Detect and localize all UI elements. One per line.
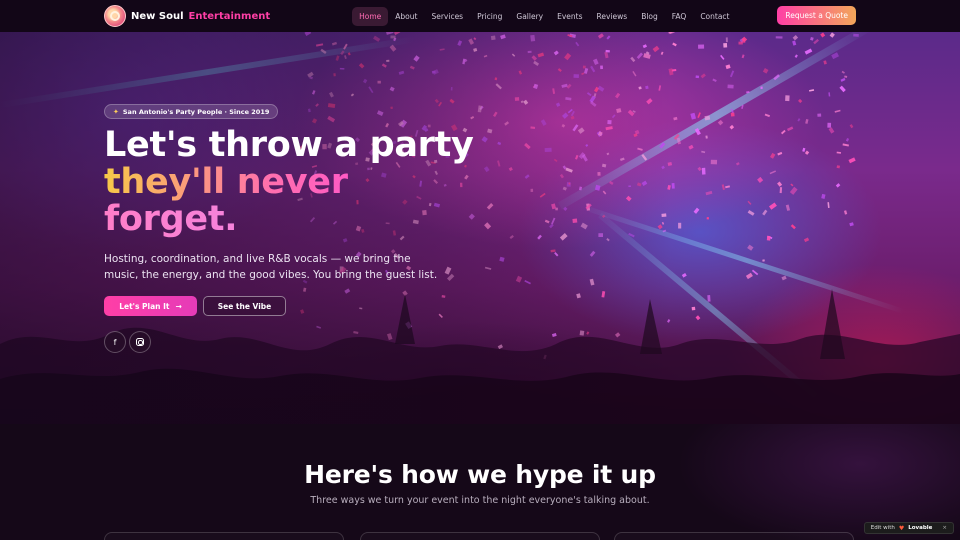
brand-name-accent: Entertainment <box>188 10 271 22</box>
lovable-heart-icon: ♥ <box>898 524 905 532</box>
section-subtitle: Three ways we turn your event into the n… <box>310 495 650 506</box>
headline-line-1: Let's throw a party <box>104 125 474 165</box>
hero-subtext: Hosting, coordination, and live R&B voca… <box>104 253 438 281</box>
nav-link-faq[interactable]: FAQ <box>665 7 694 26</box>
services-section: Here's how we hype it up Three ways we t… <box>0 424 960 540</box>
edit-with-lovable-badge[interactable]: Edit with ♥ Lovable × <box>863 522 954 534</box>
nav-link-services[interactable]: Services <box>424 7 470 26</box>
nav-link-events[interactable]: Events <box>550 7 589 26</box>
nav-link-blog[interactable]: Blog <box>634 7 665 26</box>
brand[interactable]: New Soul Entertainment <box>104 5 270 27</box>
brand-name: New Soul <box>131 10 184 22</box>
lets-plan-it-label: Let's Plan It <box>119 301 170 311</box>
arrow-right-icon: → <box>175 301 182 311</box>
lets-plan-it-button[interactable]: Let's Plan It → <box>104 296 197 316</box>
nav-link-gallery[interactable]: Gallery <box>509 7 550 26</box>
see-the-vibe-button[interactable]: See the Vibe <box>203 296 286 316</box>
close-icon[interactable]: × <box>942 525 947 531</box>
nav-link-reviews[interactable]: Reviews <box>590 7 635 26</box>
nav-link-home[interactable]: Home <box>352 6 389 26</box>
lovable-brand: Lovable <box>908 525 933 531</box>
nav-link-about[interactable]: About <box>388 7 424 26</box>
party-popper-icon: ✦ <box>113 107 119 116</box>
nav-links: Home About Services Pricing Gallery Even… <box>352 6 736 26</box>
instagram-icon[interactable] <box>129 331 151 353</box>
nav-link-contact[interactable]: Contact <box>693 7 736 26</box>
headline-line-3: forget. <box>104 201 474 238</box>
hero-badge-text: San Antonio's Party People · Since 2019 <box>122 107 270 116</box>
hero-headline: Let's throw a party they'll never forget… <box>104 127 474 238</box>
brand-logo-icon <box>104 5 126 27</box>
hero-section: ✦ San Antonio's Party People · Since 201… <box>0 32 960 424</box>
service-card[interactable] <box>614 532 854 540</box>
top-navbar: New Soul Entertainment Home About Servic… <box>0 0 960 32</box>
request-quote-button[interactable]: Request a Quote <box>777 6 856 25</box>
service-card[interactable] <box>360 532 600 540</box>
nav-link-pricing[interactable]: Pricing <box>470 7 509 26</box>
service-card[interactable] <box>104 532 344 540</box>
facebook-icon[interactable]: f <box>104 331 126 353</box>
lovable-prefix: Edit with <box>870 525 895 531</box>
hero-badge: ✦ San Antonio's Party People · Since 201… <box>104 104 279 119</box>
section-title: Here's how we hype it up <box>304 460 656 489</box>
headline-line-2: they'll never <box>104 164 474 201</box>
